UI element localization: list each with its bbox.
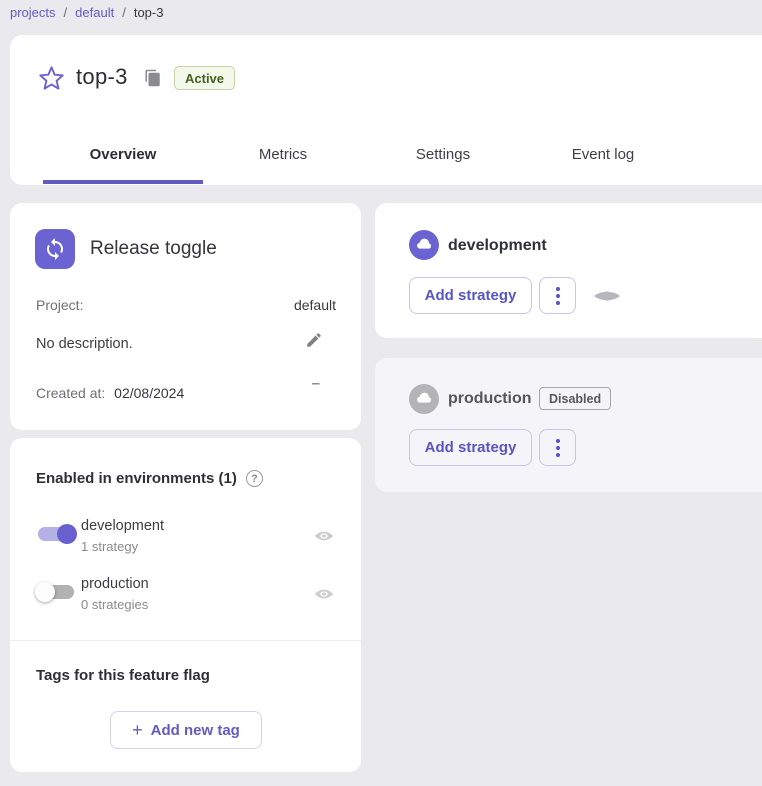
tags-section-title: Tags for this feature flag <box>36 667 210 684</box>
edit-description-icon[interactable] <box>305 331 323 349</box>
card-divider <box>10 640 361 641</box>
dot <box>556 453 560 457</box>
breadcrumb-current: top-3 <box>134 5 164 20</box>
env-row-strategies-development: 1 strategy <box>81 539 138 554</box>
status-badge: Active <box>174 66 235 90</box>
tab-settings[interactable]: Settings <box>363 127 523 181</box>
copy-name-icon[interactable] <box>144 69 162 87</box>
breadcrumb-link-projects[interactable]: projects <box>10 5 56 20</box>
help-icon[interactable]: ? <box>246 470 263 487</box>
more-actions-button-development[interactable] <box>539 277 576 314</box>
environments-heading-text: Enabled in environments (1) <box>36 470 237 487</box>
project-value: default <box>294 297 336 313</box>
env-row-name-production: production <box>81 576 149 592</box>
page-title: top-3 <box>76 64 128 90</box>
visibility-eye-icon[interactable] <box>313 586 335 602</box>
add-new-tag-label: Add new tag <box>151 722 240 739</box>
created-at-value: 02/08/2024 <box>114 385 184 401</box>
toggle-development[interactable] <box>33 522 79 546</box>
breadcrumb-link-default[interactable]: default <box>75 5 114 20</box>
env-row-strategies-production: 0 strategies <box>81 597 148 612</box>
dot <box>556 287 560 291</box>
tab-overview[interactable]: Overview <box>43 127 203 181</box>
feature-type-label: Release toggle <box>90 238 217 260</box>
tab-event-log[interactable]: Event log <box>523 127 683 181</box>
breadcrumb-separator: / <box>64 5 68 20</box>
tab-metrics[interactable]: Metrics <box>203 127 363 181</box>
dot <box>556 301 560 305</box>
created-at-row: Created at: 02/08/2024 <box>36 385 184 401</box>
more-actions-button-production[interactable] <box>539 429 576 466</box>
description-text: No description. <box>36 336 133 352</box>
no-value-dash: – <box>312 375 320 392</box>
breadcrumb-separator: / <box>122 5 126 20</box>
toggle-knob <box>57 524 77 544</box>
cloud-environment-icon <box>409 384 439 414</box>
feature-flag-page: projects / default / top-3 top-3 Active … <box>0 0 762 786</box>
visibility-eye-icon[interactable] <box>313 528 335 544</box>
release-toggle-icon <box>35 229 75 269</box>
last-seen-icon <box>593 289 621 303</box>
toggle-knob <box>35 582 55 602</box>
plus-icon: + <box>132 721 143 739</box>
environment-panel-production: production Disabled Add strategy <box>375 358 762 492</box>
project-label: Project: <box>36 297 83 313</box>
created-at-label: Created at: <box>36 385 105 401</box>
cloud-environment-icon <box>409 230 439 260</box>
dot <box>556 294 560 298</box>
active-tab-indicator <box>43 180 203 184</box>
dot <box>556 446 560 450</box>
add-strategy-button-production[interactable]: Add strategy <box>409 429 532 466</box>
disabled-badge: Disabled <box>539 387 611 410</box>
feature-details-card: Release toggle Project: default No descr… <box>10 203 361 430</box>
add-strategy-button-development[interactable]: Add strategy <box>409 277 532 314</box>
environment-name: development <box>448 237 547 255</box>
toggle-production[interactable] <box>33 580 79 604</box>
env-row-name-development: development <box>81 518 164 534</box>
dot <box>556 439 560 443</box>
feature-header-card: top-3 Active Overview Metrics Settings E… <box>10 35 762 185</box>
breadcrumb: projects / default / top-3 <box>10 3 163 21</box>
environment-name: production <box>448 390 532 408</box>
environments-card: Enabled in environments (1) ? developmen… <box>10 438 361 772</box>
environment-panel-development: development Add strategy <box>375 203 762 338</box>
favorite-star-icon[interactable] <box>38 65 65 92</box>
add-new-tag-button[interactable]: + Add new tag <box>110 711 262 749</box>
environments-heading: Enabled in environments (1) ? <box>36 470 263 487</box>
